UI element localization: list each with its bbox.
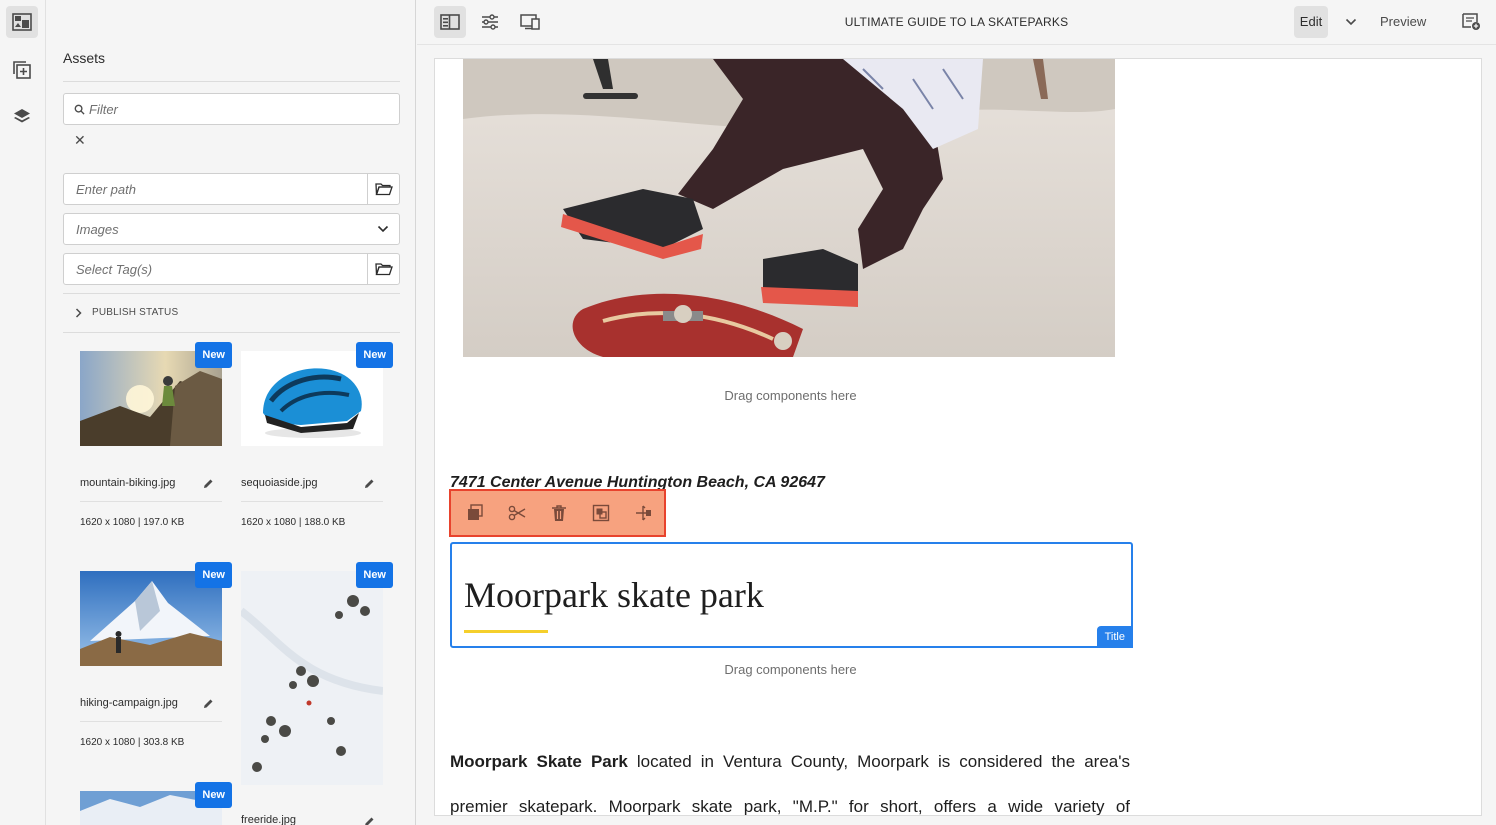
preview-button[interactable]: Preview	[1380, 6, 1426, 38]
mode-dropdown-button[interactable]	[1339, 6, 1363, 38]
new-badge: New	[195, 342, 232, 368]
toggle-side-panel-button[interactable]	[434, 6, 466, 38]
chevron-down-icon	[367, 225, 399, 233]
asset-card[interactable]: New mountain-biking.jpg 1620 x 1080 | 19…	[80, 342, 232, 551]
body-strong: Moorpark Skate Park	[450, 752, 628, 771]
components-icon	[13, 61, 31, 79]
title-component[interactable]: Moorpark skate park Title	[450, 542, 1133, 648]
search-icon	[64, 104, 85, 115]
chevron-down-icon	[1345, 18, 1357, 26]
group-icon	[592, 504, 610, 522]
publish-status-label: PUBLISH STATUS	[92, 307, 179, 318]
title-underline	[464, 630, 548, 633]
asset-type-value: Images	[76, 221, 119, 237]
scissors-icon	[508, 505, 526, 521]
asset-name: sequoiaside.jpg	[241, 477, 318, 489]
filter-placeholder: Filter	[89, 101, 118, 117]
asset-meta: 1620 x 1080 | 188.0 KB	[241, 517, 346, 528]
panel-title: Assets	[63, 50, 106, 66]
asset-thumbnail	[241, 571, 383, 785]
drop-zone[interactable]: Drag components here	[449, 662, 1132, 677]
devices-icon	[520, 14, 540, 30]
edit-icon[interactable]	[364, 476, 375, 494]
new-badge: New	[356, 562, 393, 588]
divider	[63, 81, 400, 82]
layers-icon	[14, 109, 30, 123]
drop-zone[interactable]: Drag components here	[449, 388, 1132, 403]
asset-name: hiking-campaign.jpg	[80, 697, 178, 709]
annotate-button[interactable]	[1455, 6, 1487, 38]
body-paragraph[interactable]: Moorpark Skate Park located in Ventura C…	[450, 739, 1130, 816]
annotate-icon	[1462, 13, 1480, 30]
asset-name: freeride.jpg	[241, 814, 297, 825]
component-type-tag: Title	[1096, 626, 1133, 648]
folder-icon	[374, 183, 393, 196]
asset-meta: 1620 x 1080 | 197.0 KB	[80, 517, 185, 528]
divider	[63, 293, 400, 294]
path-input[interactable]: Enter path	[63, 173, 400, 205]
edit-icon[interactable]	[203, 696, 214, 714]
asset-card[interactable]: New sequoiaside.jpg 1620 x 1080 | 188.0 …	[241, 342, 393, 551]
new-badge: New	[195, 562, 232, 588]
top-toolbar: ULTIMATE GUIDE TO LA SKATEPARKS Edit Pre…	[417, 0, 1496, 45]
asset-card[interactable]: New freeride.jpg	[241, 562, 393, 825]
group-button[interactable]	[589, 501, 613, 525]
asset-name: mountain-biking.jpg	[80, 477, 176, 489]
title-heading: Moorpark skate park	[464, 575, 764, 615]
sliders-icon	[482, 14, 498, 30]
tags-placeholder: Select Tag(s)	[76, 261, 153, 277]
emulator-button[interactable]	[514, 6, 546, 38]
asset-meta: 1620 x 1080 | 303.8 KB	[80, 737, 185, 748]
page-canvas: Drag components here 7471 Center Avenue …	[434, 58, 1482, 816]
path-placeholder: Enter path	[76, 181, 136, 197]
page-properties-button[interactable]	[474, 6, 506, 38]
asset-type-select[interactable]: Images	[63, 213, 400, 245]
parent-icon	[636, 505, 651, 521]
divider	[80, 721, 222, 722]
edit-icon[interactable]	[364, 814, 375, 825]
component-edit-toolbar	[449, 489, 666, 537]
tags-input[interactable]: Select Tag(s)	[63, 253, 400, 285]
edit-icon[interactable]	[203, 476, 214, 494]
cut-button[interactable]	[505, 501, 529, 525]
assets-rail-button[interactable]	[6, 6, 38, 38]
trash-icon	[552, 505, 566, 521]
body-line: premier skatepark. Moorpark skate park, …	[450, 797, 1130, 816]
divider	[80, 501, 222, 502]
copy-button[interactable]	[463, 501, 487, 525]
new-badge: New	[356, 342, 393, 368]
divider	[63, 332, 400, 333]
browse-tags-button[interactable]	[367, 254, 399, 284]
asset-card[interactable]: New	[80, 782, 232, 825]
components-rail-button[interactable]	[6, 54, 38, 86]
assets-panel: Assets Filter ✕ Enter path Images Select…	[47, 0, 416, 825]
assets-icon	[12, 13, 32, 31]
divider	[241, 501, 383, 502]
page-title: ULTIMATE GUIDE TO LA SKATEPARKS	[844, 15, 1069, 29]
side-rail	[0, 0, 46, 825]
side-panel-icon	[440, 14, 460, 30]
parent-button[interactable]	[631, 501, 655, 525]
body-line: located in Ventura County, Moorpark is c…	[627, 752, 1130, 771]
edit-mode-button[interactable]: Edit	[1294, 6, 1328, 38]
publish-status-toggle[interactable]: PUBLISH STATUS	[75, 307, 178, 318]
chevron-right-icon	[75, 307, 82, 318]
browse-path-button[interactable]	[367, 174, 399, 204]
layers-rail-button[interactable]	[6, 101, 38, 133]
folder-icon	[374, 263, 393, 276]
asset-card[interactable]: New hiking-campaign.jpg 1620 x 1080 | 30…	[80, 562, 232, 771]
filter-input[interactable]: Filter	[63, 93, 400, 125]
clear-filter-icon[interactable]: ✕	[74, 132, 86, 149]
hero-image[interactable]	[463, 59, 1115, 357]
new-badge: New	[195, 782, 232, 808]
delete-button[interactable]	[547, 501, 571, 525]
copy-icon	[468, 504, 483, 520]
